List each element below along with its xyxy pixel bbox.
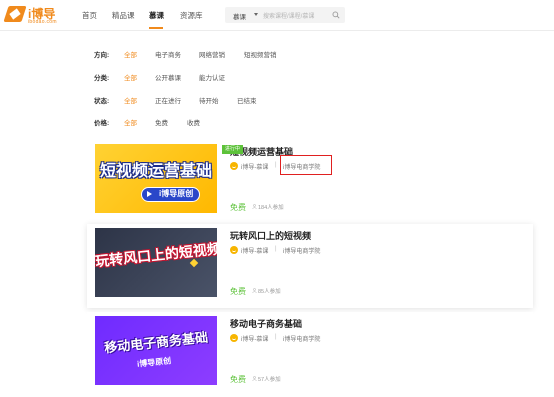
nav-premium-courses[interactable]: 精品课 xyxy=(112,10,135,21)
nav-home[interactable]: 首页 xyxy=(82,10,97,21)
filter-direction-all[interactable]: 全部 xyxy=(124,49,137,59)
course-price: 免费 xyxy=(230,203,246,212)
course-thumbnail[interactable]: 短视频运营基础 i博导原创 xyxy=(95,144,217,213)
enrollment-count: 85人参加 xyxy=(258,289,281,295)
thumbnail-caption: i博导原创 xyxy=(136,356,172,369)
filter-category-label: 分类: xyxy=(94,75,110,82)
filter-category-public-mooc[interactable]: 公开慕课 xyxy=(155,72,181,82)
person-icon xyxy=(252,376,257,381)
course-card[interactable]: 玩转风口上的短视频 玩转风口上的短视频 i博导-慕课 | i博导电商学院 免费 … xyxy=(87,224,533,308)
top-navbar: i博导 ibodao.com 首页 精品课 慕课 资源库 慕课 搜索课程/课程/… xyxy=(0,0,554,31)
thumbnail-title: 短视频运营基础 xyxy=(99,163,212,180)
filter-price-label: 价格: xyxy=(94,120,110,127)
thumbnail-title: 移动电子商务基础 xyxy=(103,329,209,356)
nav-active-indicator xyxy=(149,27,163,29)
filter-price-free[interactable]: 免费 xyxy=(155,117,168,127)
course-school[interactable]: i博导电商学院 xyxy=(283,246,320,255)
course-price: 免费 xyxy=(230,287,246,296)
search-category-select[interactable]: 慕课 xyxy=(233,11,246,21)
enrollment-count: 57人参加 xyxy=(258,377,281,383)
filter-direction-network-marketing[interactable]: 网络营销 xyxy=(199,49,225,59)
logo[interactable]: i博导 ibodao.com xyxy=(3,5,64,27)
course-card[interactable]: 移动电子商务基础 i博导原创 移动电子商务基础 i博导-慕课 | i博导电商学院… xyxy=(87,312,533,396)
logo-subtitle: ibodao.com xyxy=(28,19,57,25)
course-title[interactable]: 移动电子商务基础 xyxy=(230,317,302,330)
nav-resource-library[interactable]: 资源库 xyxy=(180,10,203,21)
highlight-annotation-box xyxy=(280,155,332,175)
course-thumbnail[interactable]: 玩转风口上的短视频 xyxy=(95,228,217,297)
filter-status-label: 状态: xyxy=(94,98,110,105)
course-thumbnail[interactable]: 移动电子商务基础 i博导原创 xyxy=(95,316,217,385)
course-card[interactable]: 短视频运营基础 i博导原创 短视频运营基础 i博导-慕课 | i博导电商学院 免… xyxy=(87,140,533,224)
filter-price-all[interactable]: 全部 xyxy=(124,117,137,127)
person-icon xyxy=(252,288,257,293)
search-icon[interactable] xyxy=(332,11,340,19)
divider: | xyxy=(275,162,277,168)
chevron-down-icon[interactable] xyxy=(254,13,258,16)
filter-category-all[interactable]: 全部 xyxy=(124,72,137,82)
divider: | xyxy=(275,334,277,340)
filter-status-upcoming[interactable]: 待开始 xyxy=(199,95,219,105)
filter-direction-label: 方向: xyxy=(94,52,110,59)
filter-price-paid[interactable]: 收费 xyxy=(187,117,200,127)
search-box[interactable]: 慕课 搜索课程/课程/慕课 xyxy=(225,7,345,23)
play-icon: i博导原创 xyxy=(141,187,201,202)
filter-status-ended[interactable]: 已结束 xyxy=(237,95,257,105)
filter-direction-short-video[interactable]: 短视频营销 xyxy=(244,49,277,59)
status-badge: 进行中 xyxy=(222,145,243,154)
enrollment-count: 184人参加 xyxy=(258,205,284,211)
filter-direction-ecommerce[interactable]: 电子商务 xyxy=(155,49,181,59)
course-price: 免费 xyxy=(230,375,246,384)
logo-icon xyxy=(3,6,27,22)
course-provider[interactable]: i博导-慕课 xyxy=(241,334,268,343)
thumbnail-title: 玩转风口上的短视频 xyxy=(95,240,217,270)
search-input[interactable]: 搜索课程/课程/慕课 xyxy=(263,11,314,20)
divider: | xyxy=(275,246,277,252)
course-school[interactable]: i博导电商学院 xyxy=(283,334,320,343)
course-title[interactable]: 玩转风口上的短视频 xyxy=(230,229,311,242)
course-provider[interactable]: i博导-慕课 xyxy=(241,246,268,255)
filter-category-certification[interactable]: 能力认证 xyxy=(199,72,225,82)
course-provider[interactable]: i博导-慕课 xyxy=(241,162,268,171)
filter-status-all[interactable]: 全部 xyxy=(124,95,137,105)
provider-icon xyxy=(230,162,238,170)
nav-mooc[interactable]: 慕课 xyxy=(149,10,164,21)
provider-icon xyxy=(230,334,238,342)
provider-icon xyxy=(230,246,238,254)
filter-status-ongoing[interactable]: 正在进行 xyxy=(155,95,181,105)
person-icon xyxy=(252,204,257,209)
